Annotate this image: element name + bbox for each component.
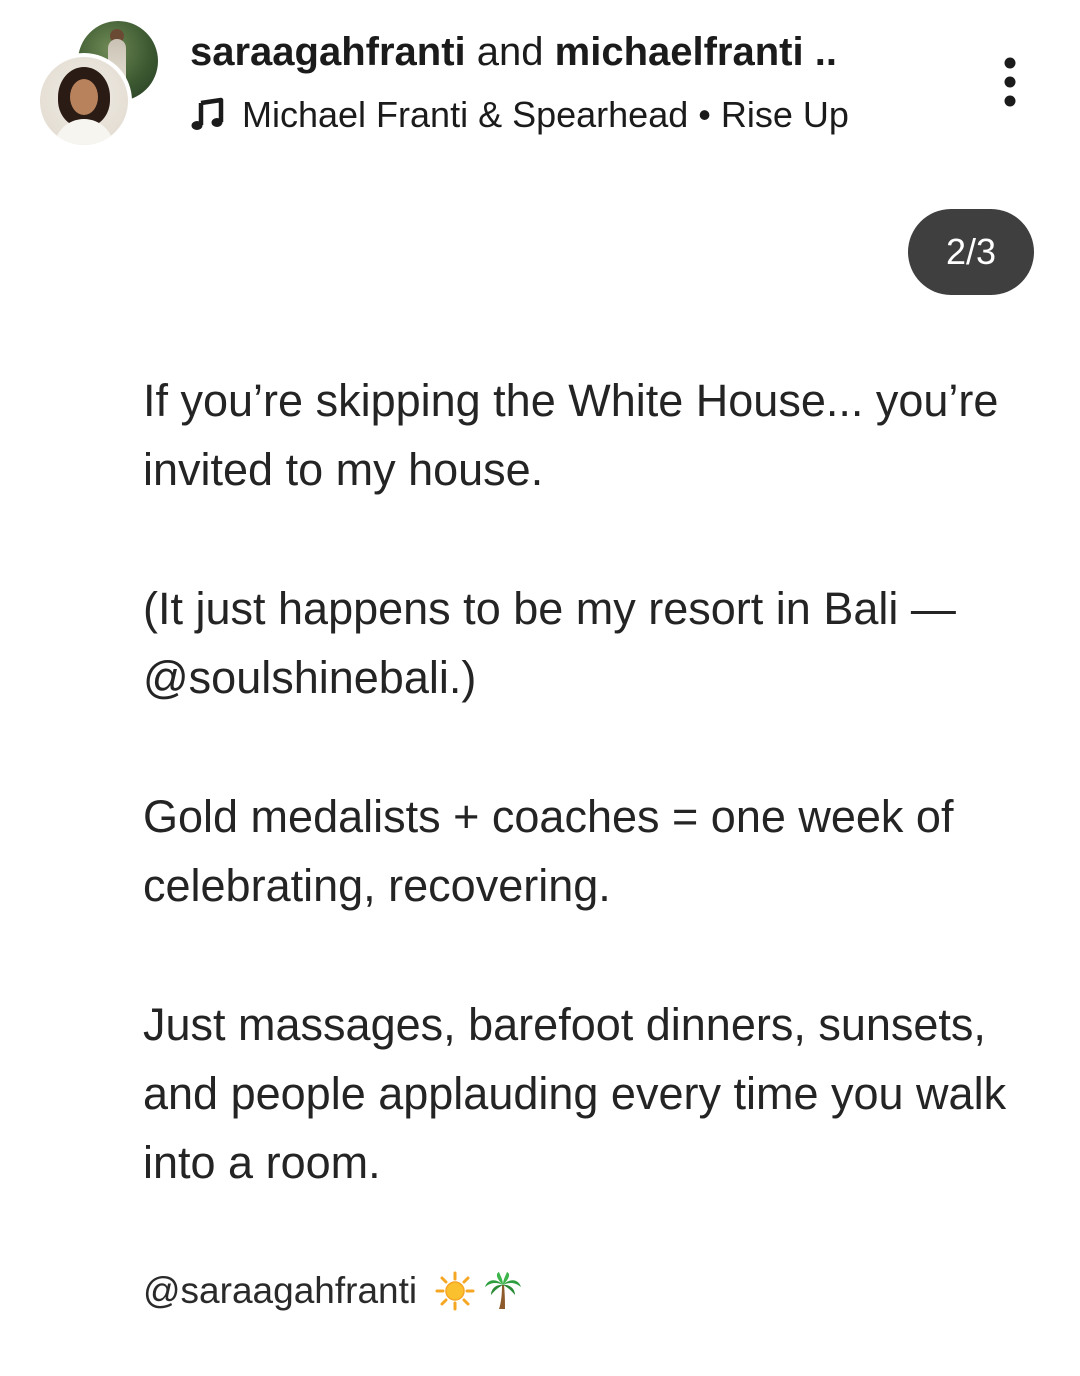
username-connector: and xyxy=(465,30,555,74)
sun-emoji-icon xyxy=(435,1271,475,1311)
avatar-saraagahfranti[interactable] xyxy=(36,53,132,149)
signature-mention[interactable]: @saraagahfranti xyxy=(143,1270,417,1312)
caption-paragraph: Gold medalists + coaches = one week of c… xyxy=(143,791,954,911)
carousel-page-indicator: 2/3 xyxy=(908,209,1034,295)
audio-track[interactable]: Michael Franti & Spearhead • Rise Up xyxy=(190,93,849,137)
avatar-shirt-shape xyxy=(54,119,114,145)
avatar-face-shape xyxy=(70,79,98,115)
music-note-icon xyxy=(191,97,224,130)
caption-paragraph: (It just happens to be my resort in Bali… xyxy=(143,583,956,703)
caption-paragraph: If you’re skipping the White House... yo… xyxy=(143,375,999,495)
username-michaelfranti[interactable]: michaelfranti .. xyxy=(555,30,837,74)
more-vertical-icon xyxy=(1004,57,1016,107)
song-title: Michael Franti & Spearhead • Rise Up xyxy=(242,94,849,135)
post-caption: If you’re skipping the White House... yo… xyxy=(143,366,1013,1197)
caption-signature: @saraagahfranti xyxy=(143,1263,523,1319)
caption-paragraph: Just massages, barefoot dinners, sunsets… xyxy=(143,999,1007,1188)
palm-tree-emoji-icon xyxy=(485,1272,522,1309)
more-options-button[interactable] xyxy=(984,50,1036,114)
username-saraagahfranti[interactable]: saraagahfranti xyxy=(190,30,466,74)
post-header: saraagahfranti and michaelfranti .. Mich… xyxy=(0,0,1080,160)
collab-usernames: saraagahfranti and michaelfranti .. xyxy=(190,28,837,76)
